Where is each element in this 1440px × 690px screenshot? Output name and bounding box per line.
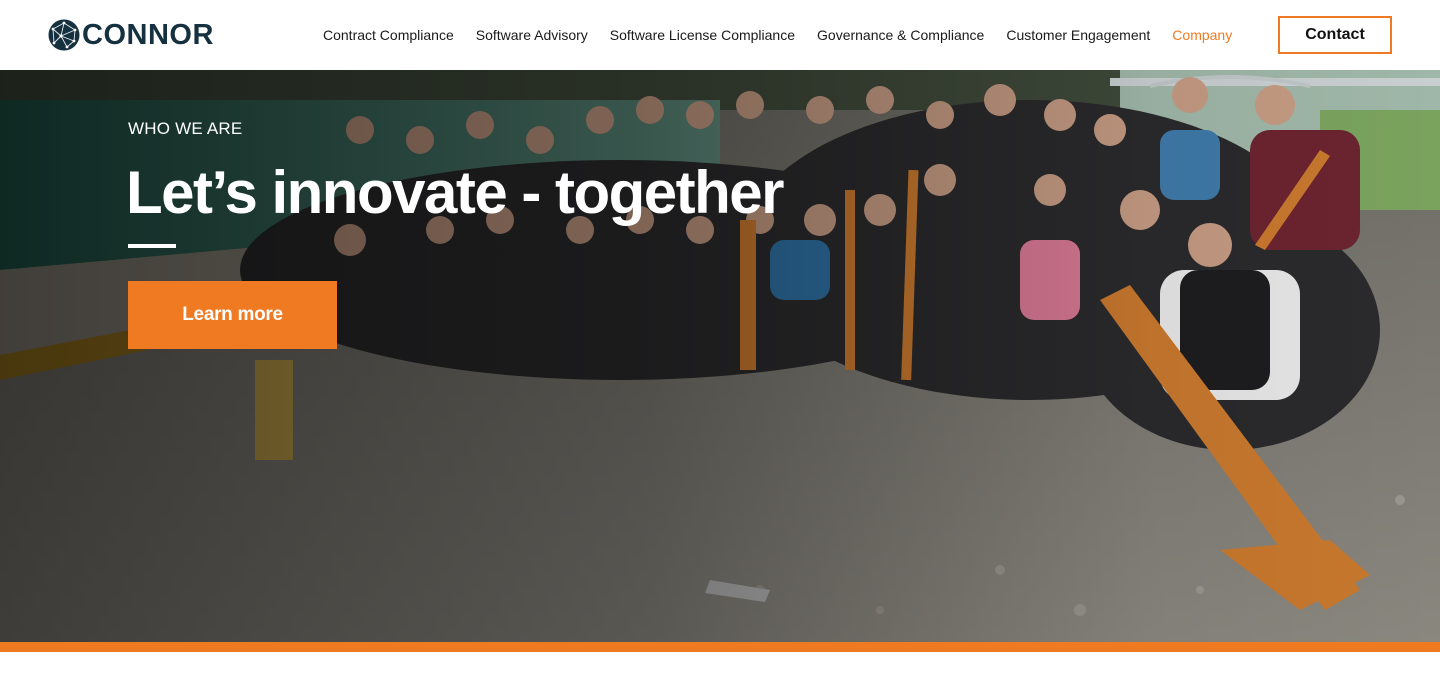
nav-governance-compliance[interactable]: Governance & Compliance: [806, 0, 995, 70]
site-header: CONNOR Contract Compliance Software Advi…: [0, 0, 1440, 70]
globe-network-icon: [48, 19, 80, 51]
brand-name: CONNOR: [82, 18, 214, 51]
nav-software-advisory[interactable]: Software Advisory: [465, 0, 599, 70]
hero-overlay: [0, 70, 1440, 642]
hero-title: Let’s innovate - together: [126, 159, 785, 226]
connor-logo-link[interactable]: CONNOR: [48, 17, 214, 53]
learn-more-button[interactable]: Learn more: [128, 281, 337, 349]
nav-software-license-compliance[interactable]: Software License Compliance: [599, 0, 806, 70]
hero-section: WHO WE ARE Let’s innovate - together Lea…: [0, 70, 1440, 642]
hero-eyebrow: WHO WE ARE: [128, 119, 243, 138]
main-nav: Contract Compliance Software Advisory So…: [312, 0, 1243, 70]
nav-customer-engagement[interactable]: Customer Engagement: [995, 0, 1161, 70]
nav-company[interactable]: Company: [1161, 0, 1243, 70]
hero-divider: [128, 244, 176, 248]
accent-band: [0, 642, 1440, 652]
contact-button[interactable]: Contact: [1278, 16, 1392, 54]
nav-contract-compliance[interactable]: Contract Compliance: [312, 0, 465, 70]
